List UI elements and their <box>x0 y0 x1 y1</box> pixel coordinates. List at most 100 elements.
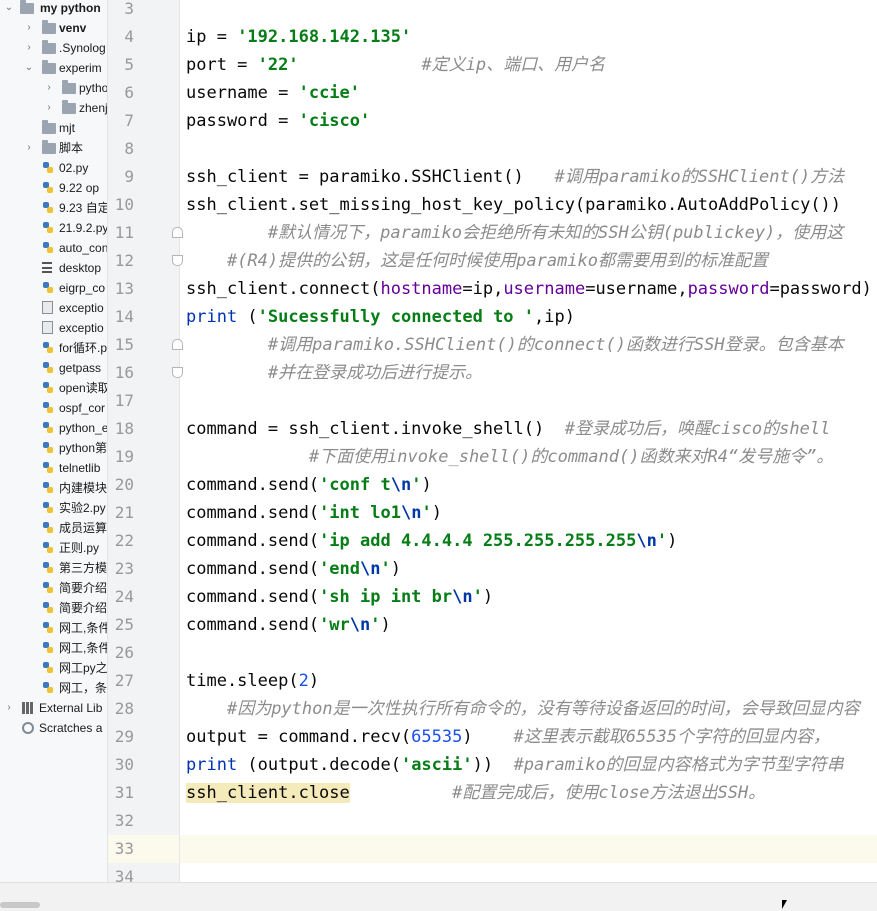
code-line[interactable]: command.send('wr\n') <box>186 611 391 639</box>
line-number: 6 <box>124 83 134 102</box>
code-token: ) <box>462 727 514 747</box>
chevron-down-icon[interactable]: ⌄ <box>4 0 14 18</box>
tree-item[interactable]: ⌄ experim <box>0 58 107 78</box>
code-token: 2 <box>298 671 309 691</box>
line-number-gutter: 3 4 5 6 7 8 9 10 11 12 13 14 15 16 17 18 19 20 21 22 23 24 25 2… <box>108 0 183 886</box>
line-number: 30 <box>114 755 134 774</box>
folder-icon <box>42 120 56 134</box>
code-line[interactable]: #(R4)提供的公钥，这是任何时候使用paramiko都需要用到的标准配置 <box>186 247 768 275</box>
code-line[interactable]: command.send('ip add 4.4.4.4 255.255.255… <box>186 527 677 555</box>
tree-item[interactable]: 正则.py <box>0 538 107 558</box>
code-comment: #下面使用invoke_shell()的command()函数来对R4“发号施令… <box>308 447 834 467</box>
code-line[interactable]: #默认情况下，paramiko会拒绝所有未知的SSH公钥(publickey)，… <box>186 219 843 247</box>
chevron-down-icon[interactable]: ⌄ <box>24 58 34 78</box>
tree-item[interactable]: desktop <box>0 258 107 278</box>
tree-item[interactable]: exceptio <box>0 298 107 318</box>
code-line[interactable]: #并在登录成功后进行提示。 <box>186 359 482 387</box>
code-comment: #调用paramiko.SSHClient()的connect()函数进行SSH… <box>267 335 844 355</box>
tree-item[interactable]: python第 <box>0 438 107 458</box>
code-line[interactable]: command.send('sh ip int br\n') <box>186 583 493 611</box>
line-number: 25 <box>114 615 134 634</box>
chevron-right-icon[interactable]: › <box>24 138 34 158</box>
tree-item[interactable]: 内建模块 <box>0 478 107 498</box>
code-line[interactable]: ssh_client.set_missing_host_key_policy(p… <box>186 191 841 219</box>
folder-icon <box>42 60 56 74</box>
tree-item[interactable]: open读取 <box>0 378 107 398</box>
horizontal-scrollbar[interactable] <box>0 902 40 908</box>
python-file-icon <box>42 581 54 595</box>
tree-item[interactable]: mjt <box>0 118 107 138</box>
chevron-right-icon[interactable]: › <box>24 18 34 38</box>
code-line[interactable]: #调用paramiko.SSHClient()的connect()函数进行SSH… <box>186 331 844 359</box>
code-line[interactable]: command.send('int lo1\n') <box>186 499 442 527</box>
tree-item[interactable]: telnetlib <box>0 458 107 478</box>
tree-item[interactable]: › zhenj <box>0 98 107 118</box>
code-line[interactable]: print (output.decode('ascii')) #paramiko… <box>186 751 844 779</box>
code-line[interactable]: ssh_client.close #配置完成后，使用close方法退出SSH。 <box>186 779 765 807</box>
tree-item-label: experim <box>59 61 102 75</box>
tree-item[interactable]: › External Lib <box>0 698 107 718</box>
tree-item[interactable]: 网工，条 <box>0 678 107 698</box>
code-line[interactable]: command.send('conf t\n') <box>186 471 432 499</box>
tree-item-label: 02.py <box>59 161 89 175</box>
tree-item[interactable]: getpass <box>0 358 107 378</box>
tree-item[interactable]: auto_con <box>0 238 107 258</box>
chevron-right-icon[interactable]: › <box>44 98 54 118</box>
tree-item[interactable]: 第三方模 <box>0 558 107 578</box>
code-token: ) <box>482 587 494 607</box>
tree-item-label: 21.9.2.py <box>59 221 108 235</box>
chevron-right-icon[interactable]: › <box>4 698 14 718</box>
code-line[interactable]: #因为python是一次性执行所有命令的，没有等待设备返回的时间，会导致回显内容 <box>186 695 860 723</box>
code-line[interactable]: command = ssh_client.invoke_shell() #登录成… <box>186 415 830 443</box>
tree-item[interactable]: exceptio <box>0 318 107 338</box>
tree-item[interactable]: ospf_cor <box>0 398 107 418</box>
tree-item[interactable]: 简要介绍 <box>0 598 107 618</box>
python-file-icon <box>42 161 54 175</box>
file-icon <box>42 301 53 314</box>
code-comment: #配置完成后，使用close方法退出SSH。 <box>452 783 766 803</box>
tree-item[interactable]: python_e <box>0 418 107 438</box>
tree-item[interactable]: for循环.p <box>0 338 107 358</box>
tree-item[interactable]: › 脚本 <box>0 138 107 158</box>
code-line[interactable]: #下面使用invoke_shell()的command()函数来对R4“发号施令… <box>186 443 834 471</box>
code-line[interactable]: password = 'cisco' <box>186 107 370 135</box>
code-comment: #调用paramiko的SSHClient()方法 <box>554 167 845 187</box>
code-line[interactable]: print ('Sucessfully connected to ',ip) <box>186 303 575 331</box>
python-file-icon <box>42 381 54 395</box>
code-line[interactable]: ssh_client = paramiko.SSHClient() #调用par… <box>186 163 844 191</box>
tree-item-label: telnetlib <box>59 461 101 475</box>
tree-item-label: 网工，条 <box>59 681 108 695</box>
code-line[interactable]: username = 'ccie' <box>186 79 360 107</box>
tree-item[interactable]: 网工,条件 <box>0 638 107 658</box>
code-line[interactable]: port = '22' #定义ip、端口、用户名 <box>186 51 605 79</box>
python-file-icon <box>42 601 54 615</box>
tree-item[interactable]: 实验2.py <box>0 498 107 518</box>
tree-item[interactable]: 简要介绍 <box>0 578 107 598</box>
code-editor[interactable]: ip = '192.168.142.135' port = '22' #定义ip、… <box>180 0 877 882</box>
code-token: print <box>186 755 238 775</box>
python-file-icon <box>42 361 54 375</box>
tree-item[interactable]: 成员运算 <box>0 518 107 538</box>
tree-item[interactable]: Scratches a <box>0 718 107 738</box>
tree-item[interactable]: › .Synolog <box>0 38 107 58</box>
tree-item[interactable]: 9.23 自定 <box>0 198 107 218</box>
tree-item[interactable]: 网工py之 <box>0 658 107 678</box>
code-token: port = <box>186 55 258 75</box>
chevron-right-icon[interactable]: › <box>44 78 54 98</box>
project-root[interactable]: ⌄ my python <box>0 0 107 18</box>
tree-item[interactable]: 网工,条件 <box>0 618 107 638</box>
code-line[interactable]: time.sleep(2) <box>186 667 319 695</box>
code-line[interactable]: output = command.recv(65535) #这里表示截取6553… <box>186 723 830 751</box>
tree-item[interactable]: eigrp_co <box>0 278 107 298</box>
tree-item[interactable]: › pytho <box>0 78 107 98</box>
code-token: command.send( <box>186 587 320 607</box>
chevron-right-icon[interactable]: › <box>24 38 34 58</box>
code-line[interactable]: command.send('end\n') <box>186 555 401 583</box>
tree-item[interactable]: 9.22 op <box>0 178 107 198</box>
tree-item[interactable]: 02.py <box>0 158 107 178</box>
tree-item[interactable]: › venv <box>0 18 107 38</box>
code-line[interactable]: ip = '192.168.142.135' <box>186 23 411 51</box>
code-line[interactable]: ssh_client.connect(hostname=ip,username=… <box>186 275 872 303</box>
tree-item[interactable]: 21.9.2.py <box>0 218 107 238</box>
